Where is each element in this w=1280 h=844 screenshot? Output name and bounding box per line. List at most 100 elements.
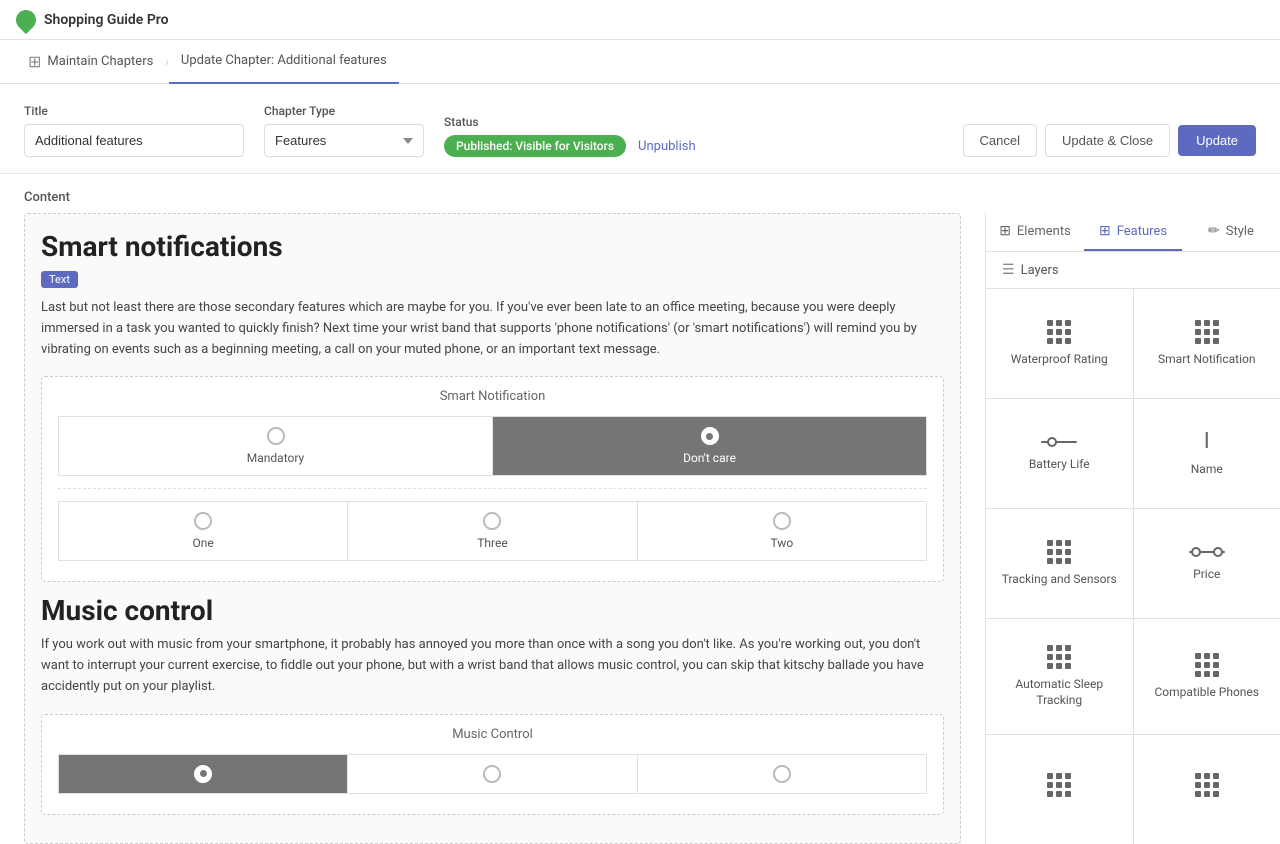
feature-tracking-sensors[interactable]: Tracking and Sensors: [986, 509, 1133, 618]
tab-elements[interactable]: ⊞ Elements: [986, 213, 1084, 251]
feature-sleep-tracking[interactable]: Automatic Sleep Tracking: [986, 619, 1133, 733]
tab-features[interactable]: ⊞ Features: [1084, 213, 1182, 251]
right-panel-tabs: ⊞ Elements ⊞ Features ✏ Style: [986, 213, 1280, 252]
status-badge: Published: Visible for Visitors: [444, 135, 626, 157]
battery-label: Battery Life: [1029, 457, 1090, 473]
music-radio-circle-3: [773, 765, 791, 783]
title-input[interactable]: [24, 124, 244, 157]
smart-notification-widget: Smart Notification Mandatory Don't care: [41, 376, 944, 582]
radio-circle-mandatory: [267, 427, 285, 445]
breadcrumb-current: Update Chapter: Additional features: [169, 40, 399, 84]
compatible-phones-icon: [1195, 653, 1219, 677]
content-section: Content Smart notifications Text Last bu…: [0, 174, 1280, 844]
battery-icon: [1041, 435, 1077, 449]
feature-waterproof-rating[interactable]: Waterproof Rating: [986, 289, 1133, 398]
chapter-form: Title Chapter Type Features Status Publi…: [0, 84, 1280, 174]
widget-title-music: Music Control: [58, 727, 927, 742]
feature-price[interactable]: Price: [1134, 509, 1280, 618]
tab-style[interactable]: ✏ Style: [1182, 213, 1280, 251]
right-panel: ⊞ Elements ⊞ Features ✏ Style ☰ Layers: [985, 213, 1280, 844]
music-radio-1[interactable]: [58, 754, 347, 794]
radio-circle-dont-care: [701, 427, 719, 445]
top-bar: Shopping Guide Pro: [0, 0, 1280, 40]
grid-icon: ⊞: [28, 52, 41, 71]
features-tab-icon: ⊞: [1099, 223, 1111, 239]
smart-notification-label: Smart Notification: [1158, 352, 1255, 368]
smart-notification-icon: [1195, 320, 1219, 344]
feature-grid: Waterproof Rating Smart Notification: [986, 289, 1280, 844]
radio-circle-three: [483, 512, 501, 530]
content-inner: Smart notifications Text Last but not le…: [0, 213, 1280, 844]
section-body-music: If you work out with music from your sma…: [41, 635, 944, 697]
section-body-smart: Last but not least there are those secon…: [41, 298, 944, 360]
radio-row-1: Mandatory Don't care: [58, 416, 927, 476]
radio-three[interactable]: Three: [347, 501, 636, 561]
waterproof-icon: [1047, 320, 1071, 344]
title-group: Title: [24, 104, 244, 157]
tab-style-label: Style: [1226, 224, 1254, 239]
extra-1-icon: [1047, 773, 1071, 797]
name-label: Name: [1191, 462, 1223, 478]
music-radio-row: [58, 754, 927, 794]
chapter-type-group: Chapter Type Features: [264, 104, 424, 157]
music-radio-circle-2: [483, 765, 501, 783]
feature-name[interactable]: I Name: [1134, 399, 1280, 508]
price-label: Price: [1193, 567, 1220, 583]
radio-two[interactable]: Two: [637, 501, 927, 561]
radio-circle-one: [194, 512, 212, 530]
widget-title-smart: Smart Notification: [58, 389, 927, 404]
music-control-widget: Music Control: [41, 714, 944, 815]
update-close-button[interactable]: Update & Close: [1045, 124, 1170, 157]
editor-content: Smart notifications Text Last but not le…: [24, 213, 961, 844]
feature-extra-2[interactable]: [1134, 735, 1280, 844]
feature-extra-1[interactable]: [986, 735, 1133, 844]
breadcrumb-bar: ⊞ Maintain Chapters › Update Chapter: Ad…: [0, 40, 1280, 84]
tracking-label: Tracking and Sensors: [1002, 572, 1117, 588]
section-heading-smart: Smart notifications: [41, 230, 944, 263]
feature-battery-life[interactable]: Battery Life: [986, 399, 1133, 508]
update-button[interactable]: Update: [1178, 125, 1256, 156]
layers-header: ☰ Layers: [986, 252, 1280, 289]
sleep-icon: [1047, 645, 1071, 669]
breadcrumb-maintain-chapters[interactable]: ⊞ Maintain Chapters: [16, 40, 165, 84]
divider: [58, 488, 927, 489]
status-group: Status Published: Visible for Visitors U…: [444, 115, 696, 157]
radio-circle-two: [773, 512, 791, 530]
music-radio-3[interactable]: [637, 754, 927, 794]
unpublish-link[interactable]: Unpublish: [638, 139, 696, 154]
style-tab-icon: ✏: [1208, 223, 1220, 239]
form-actions: Cancel Update & Close Update: [963, 124, 1256, 157]
radio-mandatory[interactable]: Mandatory: [58, 416, 492, 476]
status-label: Status: [444, 115, 696, 129]
feature-smart-notification[interactable]: Smart Notification: [1134, 289, 1280, 398]
name-cursor-icon: I: [1204, 429, 1210, 454]
music-radio-circle-1: [194, 765, 212, 783]
compatible-phones-label: Compatible Phones: [1155, 685, 1260, 701]
price-icon: [1189, 545, 1225, 559]
section-heading-music: Music control: [41, 594, 944, 627]
music-radio-2[interactable]: [347, 754, 636, 794]
chapter-type-label: Chapter Type: [264, 104, 424, 118]
tab-features-label: Features: [1117, 224, 1167, 239]
elements-tab-icon: ⊞: [999, 223, 1011, 239]
tab-elements-label: Elements: [1017, 224, 1071, 239]
content-label: Content: [0, 174, 1280, 213]
feature-compatible-phones[interactable]: Compatible Phones: [1134, 619, 1280, 733]
app-logo: [12, 5, 40, 33]
editor-panel[interactable]: Smart notifications Text Last but not le…: [0, 213, 985, 844]
cancel-button[interactable]: Cancel: [963, 124, 1037, 157]
title-label: Title: [24, 104, 244, 118]
radio-row-2: One Three Two: [58, 501, 927, 561]
sleep-label: Automatic Sleep Tracking: [994, 677, 1125, 708]
tracking-icon: [1047, 540, 1071, 564]
chapter-type-select[interactable]: Features: [264, 124, 424, 157]
text-tag: Text: [41, 271, 78, 288]
layers-label: Layers: [1021, 263, 1059, 278]
app-title: Shopping Guide Pro: [44, 12, 169, 28]
radio-one[interactable]: One: [58, 501, 347, 561]
layers-icon: ☰: [1002, 262, 1015, 278]
breadcrumb-label: Maintain Chapters: [47, 54, 153, 69]
waterproof-label: Waterproof Rating: [1011, 352, 1108, 368]
extra-2-icon: [1195, 773, 1219, 797]
radio-dont-care[interactable]: Don't care: [492, 416, 927, 476]
